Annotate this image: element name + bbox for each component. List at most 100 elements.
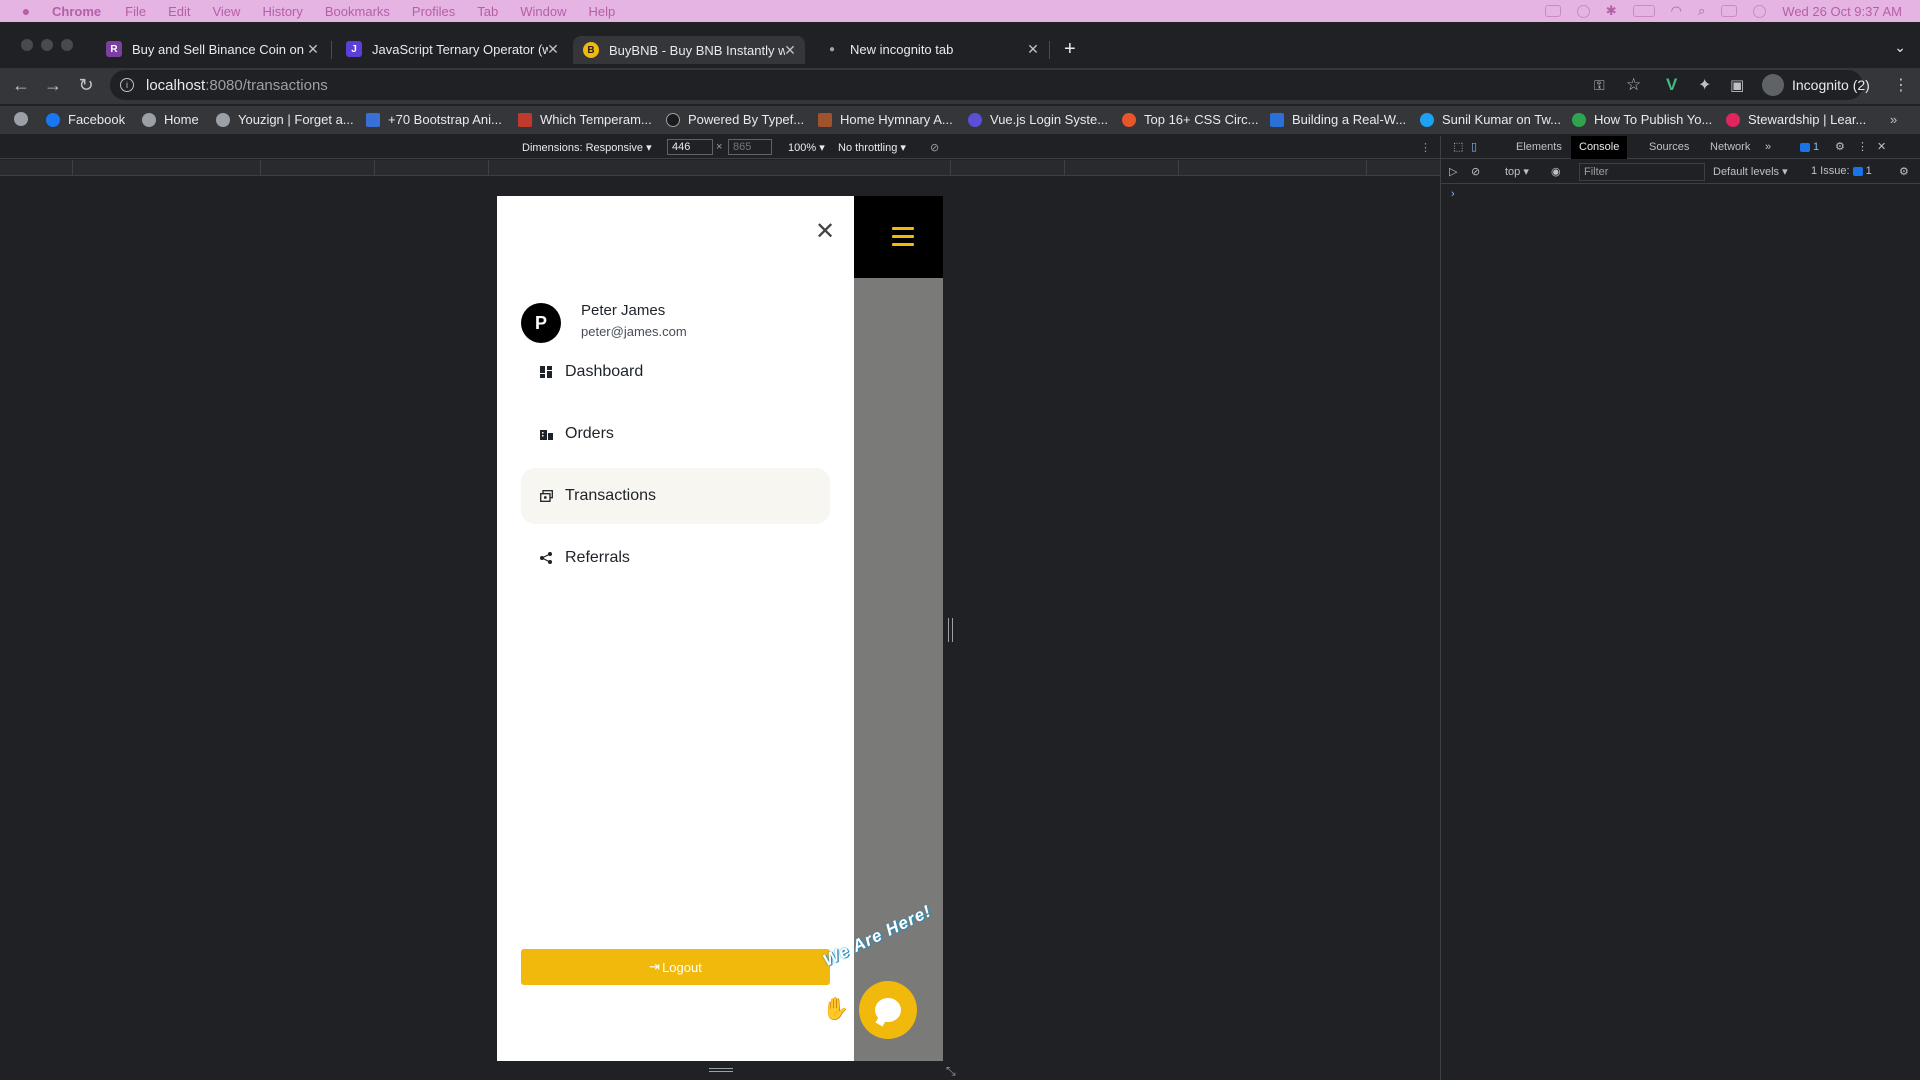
menu-window[interactable]: Window [520,4,566,19]
maximize-window-icon[interactable] [61,39,73,51]
siri-icon[interactable] [1753,4,1767,18]
hamburger-menu-icon[interactable] [892,227,914,251]
devtools-tab-network[interactable]: Network [1702,136,1758,159]
tab-buy-and-sell[interactable]: R Buy and Sell Binance Coin on P ✕ [106,38,320,60]
vue-devtools-icon[interactable]: V [1666,75,1677,95]
bookmark-sunil-kumar[interactable]: Sunil Kumar on Tw... [1420,112,1561,127]
close-tab-icon[interactable]: ✕ [783,42,797,59]
play-icon[interactable] [1576,4,1590,18]
nav-item-orders[interactable]: Orders [521,406,830,462]
rotate-icon[interactable]: ⊘ [930,141,939,154]
bookmark-facebook[interactable]: Facebook [46,112,125,127]
device-toolbar-menu-icon[interactable]: ⋮ [1420,141,1431,154]
sidebar-toggle-icon[interactable]: ▷ [1449,165,1457,178]
zoom-dropdown[interactable]: 100% ▾ [788,141,825,154]
bookmark-youzign[interactable]: Youzign | Forget a... [216,112,354,127]
console-prompt-icon[interactable]: › [1451,188,1455,200]
devtools-tab-elements[interactable]: Elements [1508,136,1570,159]
bluetooth-icon[interactable]: ✱ [1606,3,1617,19]
browser-menu-icon[interactable]: ⋮ [1893,75,1909,95]
bookmark-vue-login[interactable]: Vue.js Login Syste... [968,112,1108,127]
more-bookmarks-icon[interactable]: » [1890,112,1897,127]
chat-widget-button[interactable] [859,981,917,1039]
bookmark-stewardship[interactable]: Stewardship | Lear... [1726,112,1866,127]
bookmark-bootstrap[interactable]: +70 Bootstrap Ani... [366,112,502,127]
battery-icon[interactable] [1632,5,1655,17]
devtools-tab-console[interactable]: Console [1571,136,1628,159]
minimize-window-icon[interactable] [41,39,53,51]
width-input[interactable] [667,139,713,155]
address-url[interactable]: localhost:8080/transactions [146,77,328,94]
menu-profiles[interactable]: Profiles [412,4,455,19]
live-expression-icon[interactable]: ◉ [1551,165,1561,178]
clear-console-icon[interactable]: ⊘ [1471,165,1480,178]
height-input[interactable] [728,139,772,155]
nav-item-referrals[interactable]: Referrals [521,530,830,586]
more-tabs-icon[interactable]: » [1757,136,1779,159]
site-info-icon[interactable]: i [120,78,134,92]
side-panel-icon[interactable]: ▣ [1730,75,1744,95]
bookmark-temperament[interactable]: Which Temperam... [518,112,652,127]
device-toggle-icon[interactable]: ▯ [1463,136,1485,159]
ruler-tick [1064,160,1065,176]
tab-buybnb[interactable]: B BuyBNB - Buy BNB Instantly w ✕ [573,36,805,64]
log-levels-dropdown[interactable]: Default levels ▾ [1713,165,1788,178]
spotlight-search-icon[interactable]: ⌕ [1698,3,1705,19]
throttle-dropdown[interactable]: No throttling ▾ [838,141,906,154]
wifi-icon[interactable]: ◠ [1671,3,1682,19]
nav-item-dashboard[interactable]: Dashboard [521,344,830,400]
bookmark-building[interactable]: Building a Real-W... [1270,112,1406,127]
tab-javascript-ternary[interactable]: J JavaScript Ternary Operator (w ✕ [346,38,560,60]
dimensions-dropdown[interactable]: Dimensions: Responsive ▾ [522,141,652,154]
close-drawer-icon[interactable]: ✕ [815,220,835,244]
bookmark-label: Facebook [68,112,126,127]
key-icon[interactable]: ⚿ [1594,75,1605,95]
tab-search-icon[interactable]: ⌄ [1894,39,1906,56]
bookmark-publish[interactable]: How To Publish Yo... [1572,112,1712,127]
back-button[interactable]: ← [9,75,33,96]
menu-history[interactable]: History [262,4,302,19]
twitter-icon [1420,112,1434,127]
menu-bookmarks[interactable]: Bookmarks [325,4,390,19]
reload-button[interactable]: ↻ [74,75,98,96]
user-avatar[interactable]: P [521,303,561,343]
devtools-close-icon[interactable]: ✕ [1869,136,1894,159]
menu-edit[interactable]: Edit [168,4,190,19]
control-center-icon[interactable] [1721,5,1738,17]
forward-button[interactable]: → [41,75,65,96]
issues-counter[interactable]: 1 Issue: 1 [1811,165,1872,177]
menu-file[interactable]: File [125,4,146,19]
hamburger-line [892,227,914,230]
bookmark-star-icon[interactable]: ☆ [1626,75,1641,95]
devtools-tab-sources[interactable]: Sources [1641,136,1697,159]
logout-button[interactable]: ⇥ Logout [521,949,830,985]
bookmark-hymnary[interactable]: Home Hymnary A... [818,112,953,127]
apple-icon[interactable]: ● [0,3,52,19]
extensions-icon[interactable]: ✦ [1698,75,1711,95]
menu-view[interactable]: View [212,4,240,19]
console-filter-input[interactable]: Filter [1579,163,1705,181]
screen-mirror-icon[interactable] [1544,5,1561,17]
new-tab-button[interactable]: + [1064,38,1076,61]
resize-handle-right[interactable] [948,618,953,642]
apps-icon[interactable] [14,112,36,126]
close-window-icon[interactable] [21,39,33,51]
close-tab-icon[interactable]: ✕ [306,41,320,58]
bookmark-typeform[interactable]: Powered By Typef... [666,112,804,127]
bookmark-home[interactable]: Home [142,112,199,127]
close-tab-icon[interactable]: ✕ [1026,41,1040,58]
tab-new-incognito[interactable]: ● New incognito tab ✕ [824,38,1040,60]
resize-handle-bottom[interactable] [709,1068,733,1072]
issues-badge[interactable]: 1 [1792,136,1827,159]
menu-tab[interactable]: Tab [477,4,498,19]
resize-handle-corner[interactable]: ⤡ [946,1064,956,1079]
context-dropdown[interactable]: top ▾ [1505,165,1529,178]
incognito-profile-button[interactable]: Incognito (2) [1758,72,1880,98]
nav-item-transactions[interactable]: Transactions [521,468,830,524]
console-settings-icon[interactable]: ⚙ [1899,165,1909,178]
menu-help[interactable]: Help [589,4,616,19]
close-tab-icon[interactable]: ✕ [546,41,560,58]
menubar-clock[interactable]: Wed 26 Oct 9:37 AM [1782,4,1902,19]
bookmark-css-circle[interactable]: Top 16+ CSS Circ... [1122,112,1259,127]
menu-app-name[interactable]: Chrome [52,4,101,19]
